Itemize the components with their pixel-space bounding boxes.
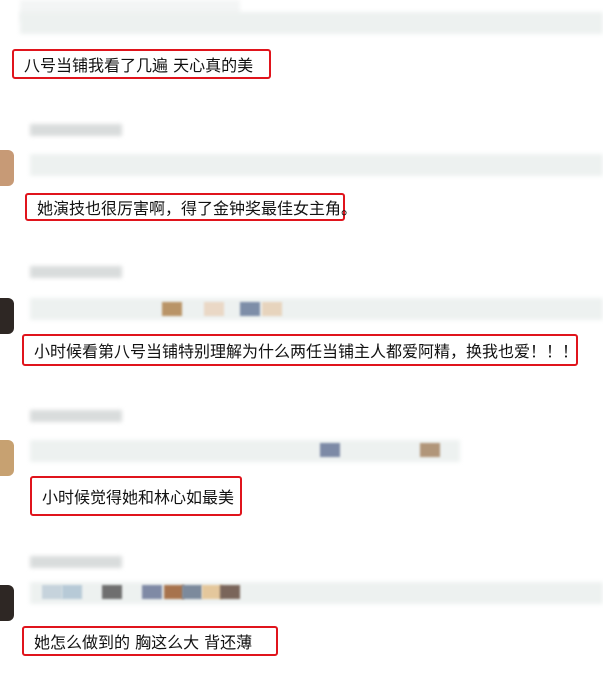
avatar: [0, 585, 14, 621]
blurred-emoji: [202, 585, 222, 599]
blurred-emoji: [62, 585, 82, 599]
blurred-username: [30, 410, 122, 422]
blurred-username: [30, 124, 122, 136]
blurred-username: [30, 266, 122, 278]
blurred-emoji: [142, 585, 162, 599]
blurred-emoji: [220, 585, 240, 599]
comment-label: 小时候看第八号当铺特别理解为什么两任当铺主人都爱阿精，换我也爱！！！: [34, 342, 579, 361]
comment-label: 她怎么做到的 胸这么大 背还薄: [34, 633, 253, 652]
blurred-emoji: [262, 302, 282, 316]
comment-text: 八号当铺我看了几遍 天心真的美: [12, 49, 271, 79]
blurred-emoji: [162, 302, 182, 316]
blurred-emoji: [102, 585, 122, 599]
blurred-reply-bar: [30, 440, 460, 462]
blurred-emoji: [204, 302, 224, 316]
comment-text: 她演技也很厉害啊，得了金钟奖最佳女主角。: [25, 193, 357, 221]
avatar: [0, 298, 14, 334]
comment-text: 小时候觉得她和林心如最美: [30, 476, 242, 516]
blurred-reply-bar: [30, 298, 603, 320]
comment-label: 小时候觉得她和林心如最美: [42, 488, 235, 507]
blurred-reply-bar: [30, 154, 603, 176]
blurred-emoji: [240, 302, 260, 316]
comment-text: 小时候看第八号当铺特别理解为什么两任当铺主人都爱阿精，换我也爱！！！: [22, 334, 578, 366]
blurred-emoji: [420, 443, 440, 457]
blurred-reply-bar: [20, 12, 603, 34]
comment-text: 她怎么做到的 胸这么大 背还薄: [22, 626, 278, 656]
comment-label: 她演技也很厉害啊，得了金钟奖最佳女主角。: [37, 199, 358, 218]
avatar: [0, 440, 14, 476]
blurred-emoji: [320, 443, 340, 457]
blurred-emoji: [182, 585, 202, 599]
comment-label: 八号当铺我看了几遍 天心真的美: [24, 56, 254, 75]
blurred-username: [30, 556, 122, 568]
blurred-emoji: [164, 585, 184, 599]
avatar: [0, 150, 14, 186]
blurred-emoji: [42, 585, 62, 599]
